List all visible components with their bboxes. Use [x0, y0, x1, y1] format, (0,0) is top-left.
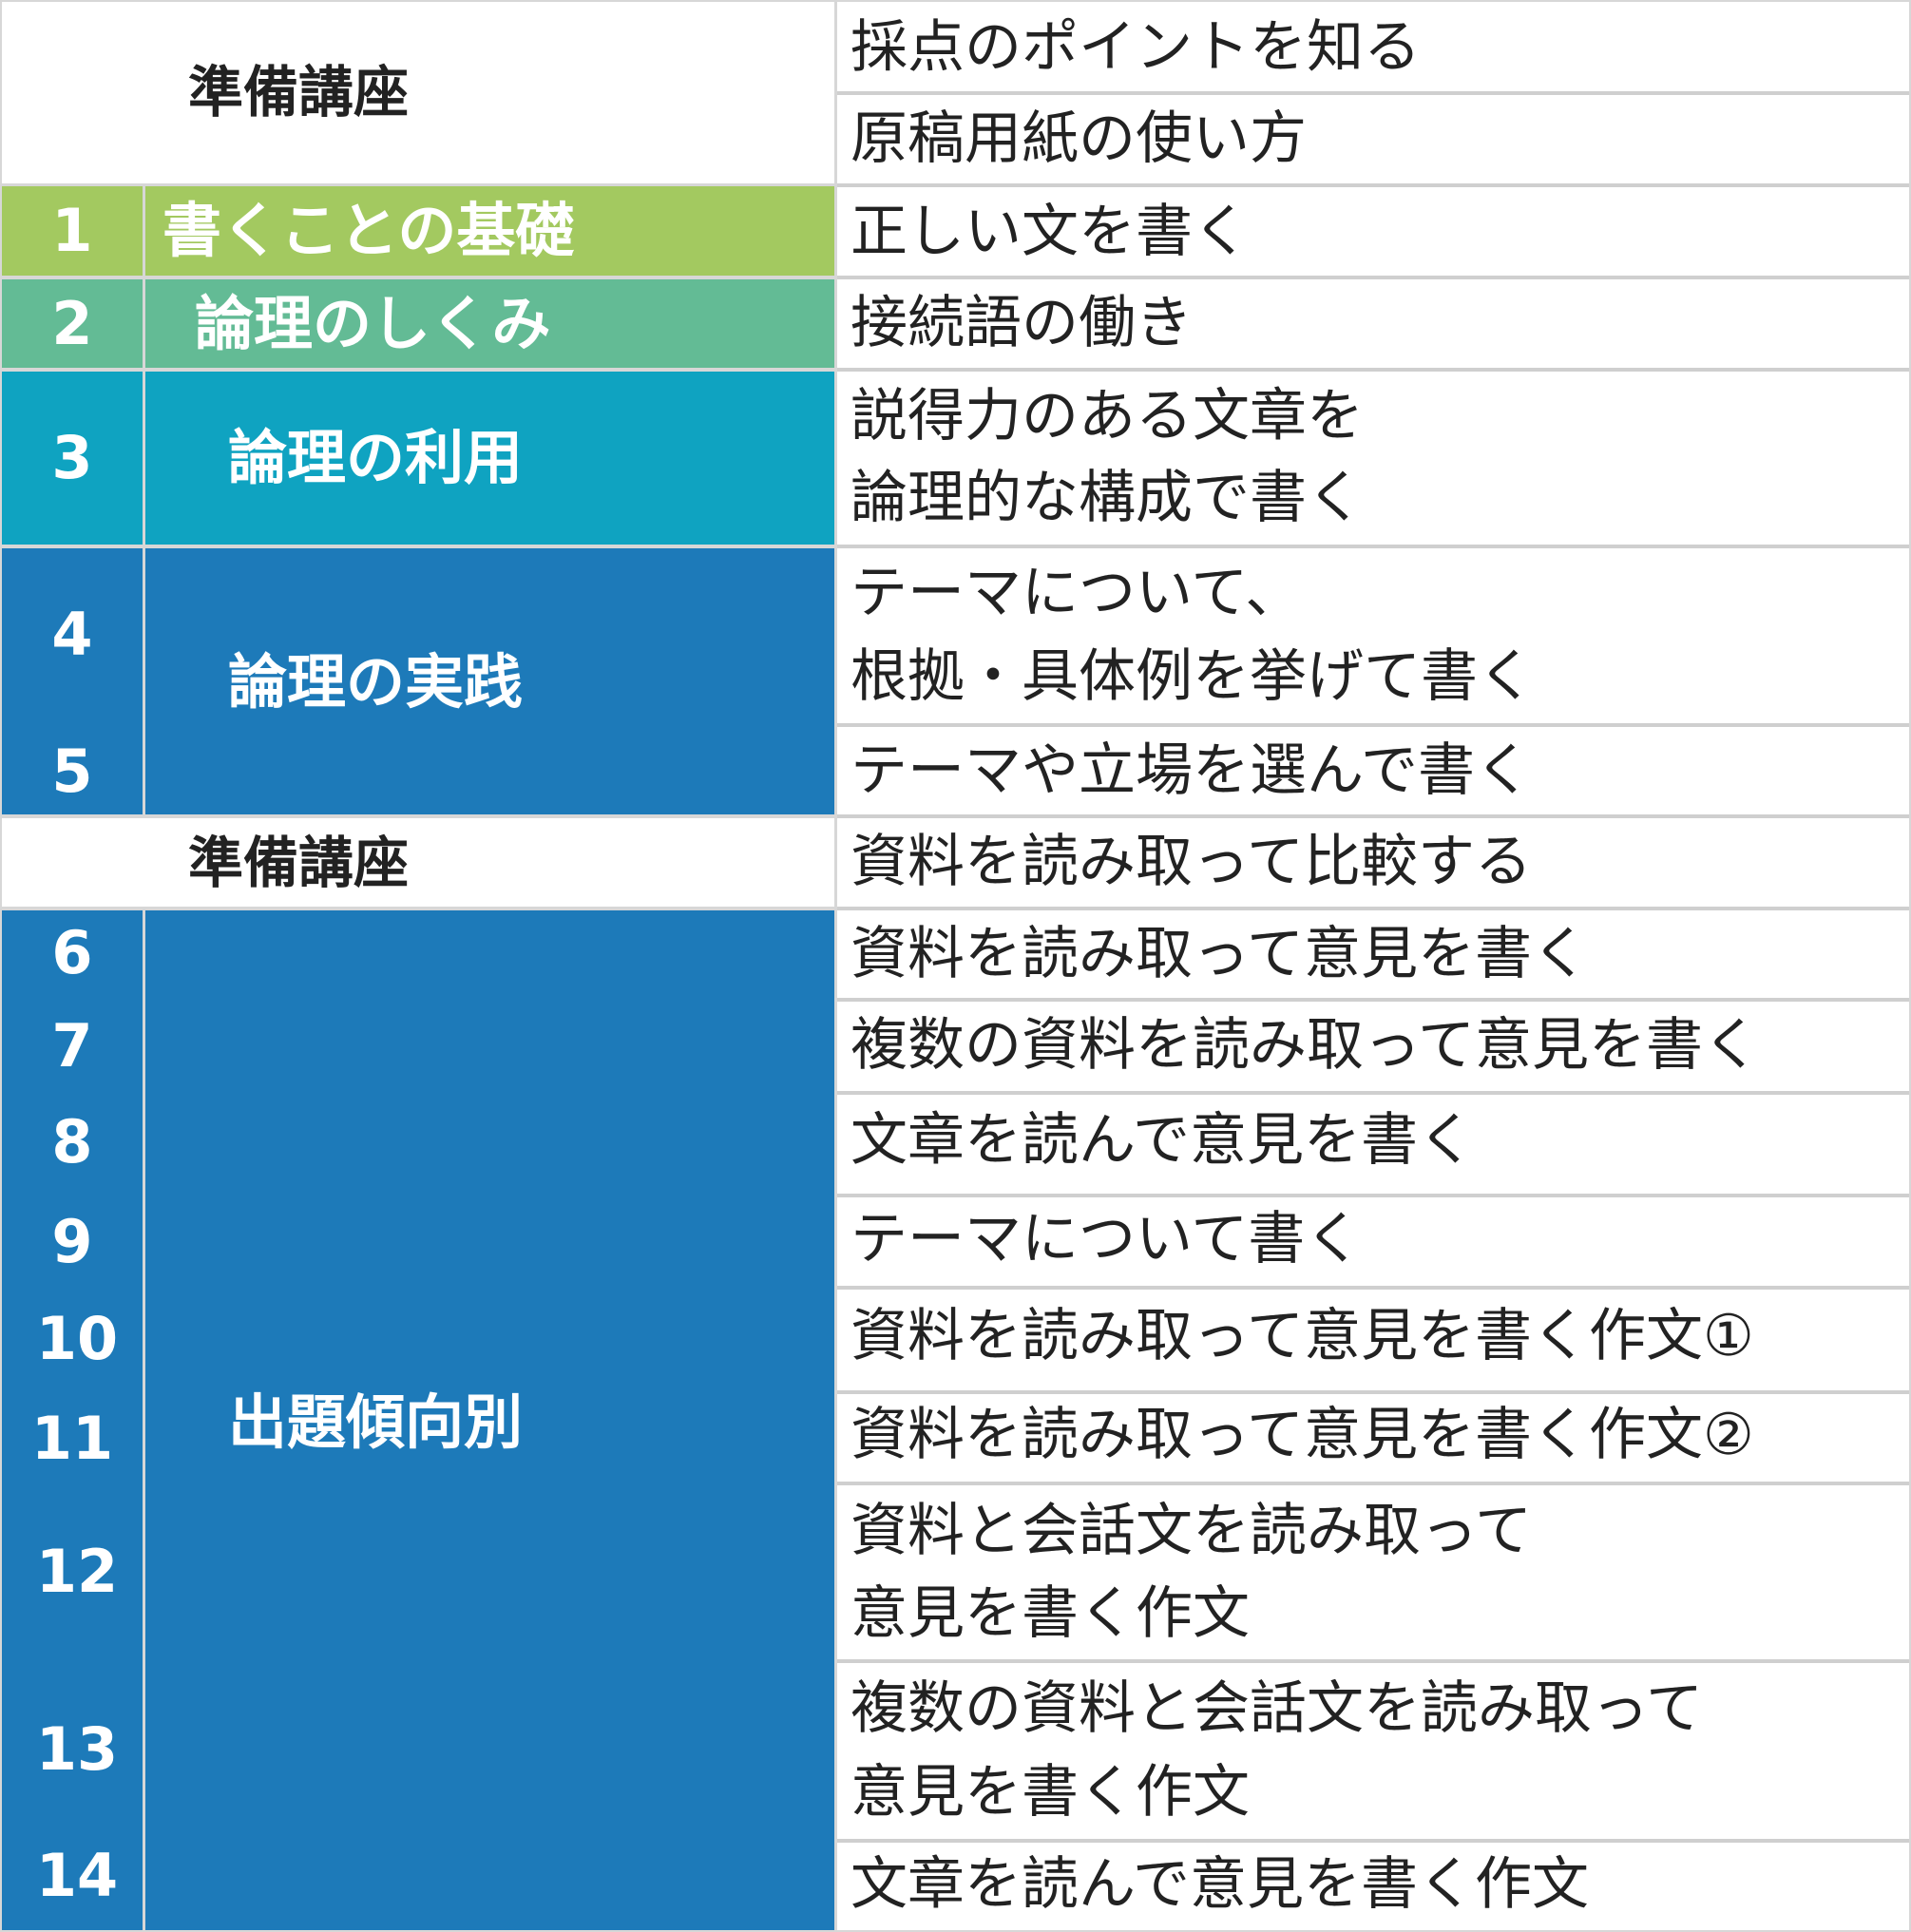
unit-1-number-cell: 1 — [2, 186, 143, 276]
topic-20: 文章を読んで意見を書く作文 — [850, 1851, 1589, 1918]
unit-4-number-cell: 4 5 — [2, 548, 143, 814]
topic-16: 資料と会話文を読み取って — [850, 1498, 1532, 1564]
unit-3-title: 論理の利用 — [228, 423, 524, 492]
unit-number-12: 12 — [35, 1537, 119, 1606]
unit-number-7: 7 — [51, 1011, 93, 1081]
topic-17: 意見を書く作文 — [850, 1580, 1250, 1647]
prep-header-2-label: 準備講座 — [188, 831, 410, 895]
unit-2-number: 2 — [51, 289, 93, 358]
unit-number-4: 4 — [51, 600, 93, 669]
curriculum-table: 準備講座 1 書くことの基礎 2 論理のしくみ 3 論理の利用 4 5 論理の実… — [0, 0, 1911, 1932]
topic-10: 資料を読み取って意見を書く — [850, 921, 1589, 987]
unit-number-11: 11 — [30, 1404, 114, 1473]
topic-11: 複数の資料を読み取って意見を書く — [850, 1012, 1760, 1079]
topic-0: 採点のポイントを知る — [850, 14, 1421, 81]
topic-19: 意見を書く作文 — [850, 1759, 1250, 1826]
unit-5-title: 出題傾向別 — [228, 1387, 524, 1457]
unit-1-number: 1 — [51, 196, 93, 265]
topic-9: 資料を読み取って比較する — [850, 829, 1532, 895]
prep-header-2: 準備講座 — [2, 818, 834, 907]
topic-13: テーマについて書く — [850, 1206, 1363, 1272]
unit-5-title-cell: 出題傾向別 — [145, 910, 834, 1930]
unit-number-10: 10 — [35, 1304, 119, 1373]
prep-header-1-label: 準備講座 — [188, 60, 410, 124]
topic-4: 説得力のある文章を — [850, 383, 1364, 450]
topic-5: 論理的な構成で書く — [850, 465, 1364, 531]
unit-5-number-cell: 6 7 8 9 10 11 12 13 14 — [2, 910, 143, 1930]
topic-1: 原稿用紙の使い方 — [850, 105, 1307, 172]
unit-3-number: 3 — [51, 423, 93, 492]
unit-number-8: 8 — [51, 1107, 93, 1176]
topic-15: 資料を読み取って意見を書く作文② — [850, 1402, 1754, 1468]
unit-number-13: 13 — [35, 1714, 119, 1784]
unit-3-number-cell: 3 — [2, 372, 143, 545]
topic-8: テーマや立場を選んで書く — [850, 737, 1532, 804]
unit-2-title-cell: 論理のしくみ — [145, 279, 834, 368]
unit-1-title: 書くことの基礎 — [162, 196, 575, 265]
unit-1-title-cell: 書くことの基礎 — [145, 186, 834, 276]
unit-number-14: 14 — [35, 1841, 119, 1910]
topic-6: テーマについて、 — [850, 560, 1303, 626]
topic-7: 根拠・具体例を挙げて書く — [850, 643, 1535, 710]
topic-14: 資料を読み取って意見を書く作文① — [850, 1303, 1754, 1369]
topic-2: 正しい文を書く — [850, 199, 1250, 265]
topic-12: 文章を読んで意見を書く — [850, 1107, 1475, 1174]
unit-2-title: 論理のしくみ — [195, 289, 551, 358]
prep-header-1: 準備講座 — [2, 2, 834, 183]
topic-18: 複数の資料と会話文を読み取って — [850, 1675, 1703, 1742]
unit-number-9: 9 — [51, 1207, 93, 1276]
unit-3-title-cell: 論理の利用 — [145, 372, 834, 545]
topic-3: 接続語の働き — [850, 290, 1193, 356]
unit-2-number-cell: 2 — [2, 279, 143, 368]
unit-4-title-cell: 論理の実践 — [145, 548, 834, 814]
unit-number-6: 6 — [51, 918, 93, 987]
unit-number-5: 5 — [51, 736, 93, 806]
unit-4-title: 論理の実践 — [228, 647, 524, 717]
